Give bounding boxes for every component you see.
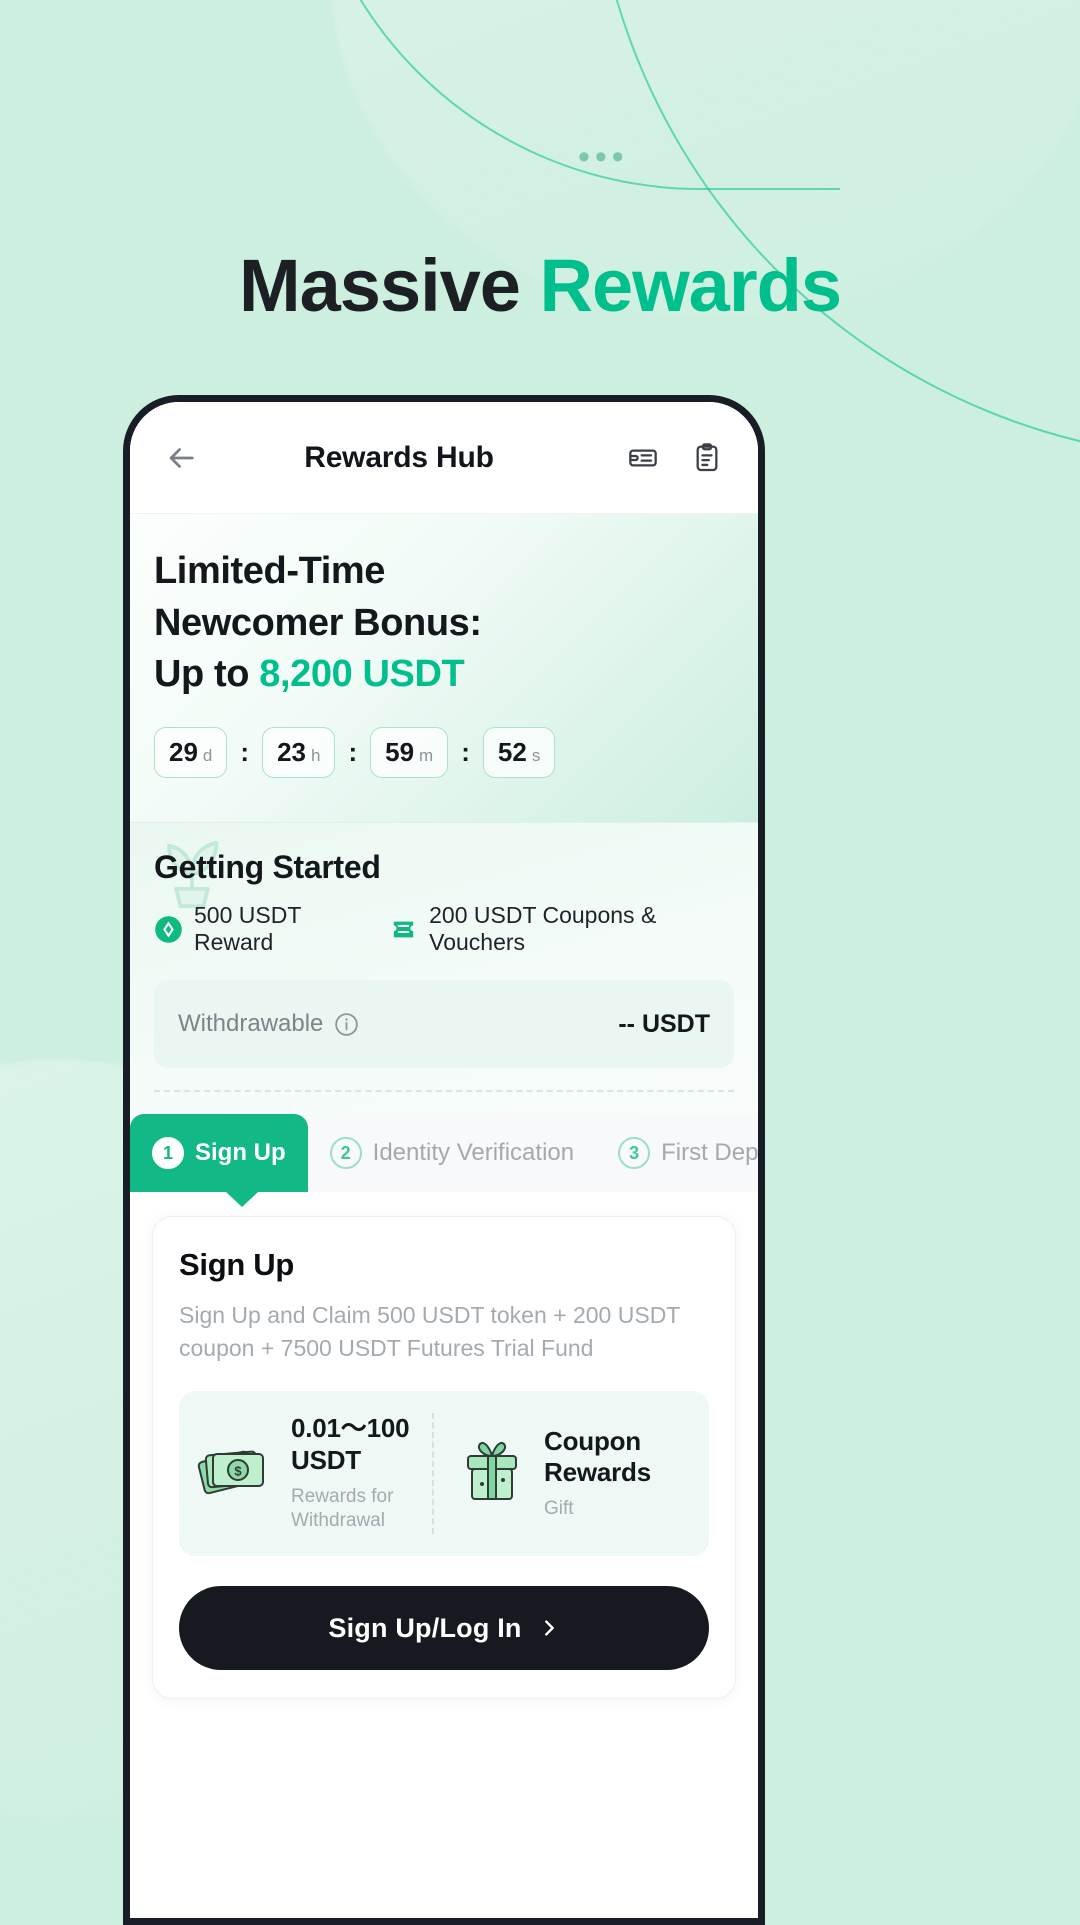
getting-started-section: Getting Started 500 USDT Reward 200 USDT… [130, 822, 758, 1115]
hero-line-3-prefix: Up to [154, 653, 260, 696]
app-navbar: Rewards Hub [130, 402, 758, 514]
hero-line-2: Newcomer Bonus: [154, 601, 482, 644]
countdown-seconds-value: 52 [497, 737, 527, 768]
tab-first-deposit[interactable]: 3 First Deposit [596, 1114, 758, 1193]
reward-box-withdrawal-title: 0.01～100 USDT [291, 1413, 410, 1475]
withdrawable-label: Withdrawable [178, 1010, 324, 1038]
countdown-separator-1: : [240, 737, 250, 768]
hero-banner: Limited-Time Newcomer Bonus: Up to 8,200… [130, 514, 758, 823]
sign-up-log-in-label: Sign Up/Log In [328, 1612, 522, 1643]
withdrawable-row[interactable]: Withdrawable -- USDT [154, 980, 734, 1069]
getting-started-rewards: 500 USDT Reward 200 USDT Coupons & Vouch… [154, 902, 734, 956]
reward-box-coupon-title: Coupon Rewards [544, 1425, 651, 1488]
headline-plain: Massive [238, 244, 521, 327]
section-divider [154, 1090, 734, 1093]
reward-item-token-label: 500 USDT Reward [194, 902, 301, 956]
cash-notes-icon: $ [197, 1438, 275, 1509]
countdown-minutes-unit: m [419, 746, 434, 766]
tab-identity-verification-label: Identity Verification [372, 1139, 575, 1167]
hero-title: Limited-Time Newcomer Bonus: Up to 8,200… [154, 546, 734, 701]
caret-icon [226, 1192, 258, 1208]
phone-mockup: Rewards Hub Limited-Time Newcomer Bonus:… [123, 395, 765, 1925]
tab-identity-verification-number: 2 [329, 1137, 362, 1170]
countdown-hours-unit: h [310, 746, 321, 766]
records-button[interactable] [684, 435, 730, 481]
reward-item-token: 500 USDT Reward [154, 902, 371, 956]
sign-up-log-in-button[interactable]: Sign Up/Log In [179, 1586, 709, 1671]
countdown-days-value: 29 [169, 737, 198, 768]
reward-item-coupons: 200 USDT Coupons & Vouchers [389, 902, 734, 956]
countdown-seconds-unit: s [531, 746, 541, 766]
reward-box-withdrawal-subtitle: Rewards for Withdrawal [291, 1485, 394, 1532]
getting-started-title: Getting Started [154, 849, 381, 886]
reward-box-withdrawal: $ 0.01～100 USDT Rewards for Withdrawal [197, 1413, 432, 1534]
step-panel: Sign Up Sign Up and Claim 500 USDT token… [152, 1216, 736, 1700]
clipboard-icon [696, 442, 718, 471]
info-icon[interactable] [333, 1011, 360, 1038]
withdrawable-value: -- USDT [618, 1009, 710, 1038]
countdown-days: 29 d [154, 727, 228, 779]
hero-line-1: Limited-Time [154, 550, 385, 592]
ticket-icon [629, 449, 657, 466]
tab-first-deposit-label: First Deposit [661, 1139, 758, 1167]
hero-line-3: Up to 8,200 USDT [154, 649, 734, 701]
countdown-days-unit: d [202, 746, 213, 766]
countdown-minutes: 59 m [370, 727, 449, 779]
countdown-separator-3: : [461, 737, 470, 768]
tab-first-deposit-number: 3 [618, 1137, 651, 1170]
gift-box-icon [456, 1436, 528, 1511]
tab-sign-up-label: Sign Up [195, 1139, 286, 1167]
panel-title: Sign Up [179, 1247, 294, 1283]
token-diamond-icon [154, 915, 183, 944]
tab-sign-up-number: 1 [152, 1137, 184, 1170]
step-tabs: 1 Sign Up 2 Identity Verification 3 Firs… [130, 1114, 758, 1193]
arrow-left-icon [169, 447, 194, 468]
phone-screen: Rewards Hub Limited-Time Newcomer Bonus:… [130, 402, 758, 1918]
decor-dots: ••• [578, 138, 629, 176]
countdown-seconds: 52 s [482, 727, 556, 779]
reward-box-coupon-text: Coupon Rewards Gift [544, 1426, 691, 1522]
chevron-right-icon [538, 1617, 560, 1639]
withdrawable-label-group: Withdrawable [178, 1010, 360, 1038]
headline-accent: Rewards [539, 244, 842, 327]
reward-item-coupons-label: 200 USDT Coupons & Vouchers [429, 902, 657, 956]
ticket-icon [389, 915, 418, 944]
svg-text:$: $ [234, 1464, 242, 1479]
reward-box-withdrawal-text: 0.01～100 USDT Rewards for Withdrawal [291, 1413, 432, 1534]
countdown-hours: 23 h [262, 727, 336, 779]
hero-bonus-amount: 8,200 USDT [259, 653, 465, 696]
tab-sign-up[interactable]: 1 Sign Up [130, 1114, 308, 1193]
ticket-button[interactable] [620, 435, 666, 481]
page-title: Massive Rewards [0, 243, 1080, 328]
reward-box-coupon: Coupon Rewards Gift [432, 1413, 691, 1535]
countdown-separator-2: : [348, 737, 358, 768]
tab-identity-verification[interactable]: 2 Identity Verification [307, 1114, 597, 1193]
panel-description: Sign Up and Claim 500 USDT token + 200 U… [179, 1302, 680, 1362]
countdown-hours-value: 23 [277, 737, 306, 768]
panel-reward-boxes: $ 0.01～100 USDT Rewards for Withdrawal C… [179, 1391, 709, 1557]
countdown-minutes-value: 59 [385, 737, 415, 768]
navbar-title: Rewards Hub [304, 440, 494, 474]
countdown-timer: 29 d : 23 h : 59 m : 52 s [154, 727, 734, 779]
reward-box-coupon-subtitle: Gift [544, 1498, 574, 1520]
